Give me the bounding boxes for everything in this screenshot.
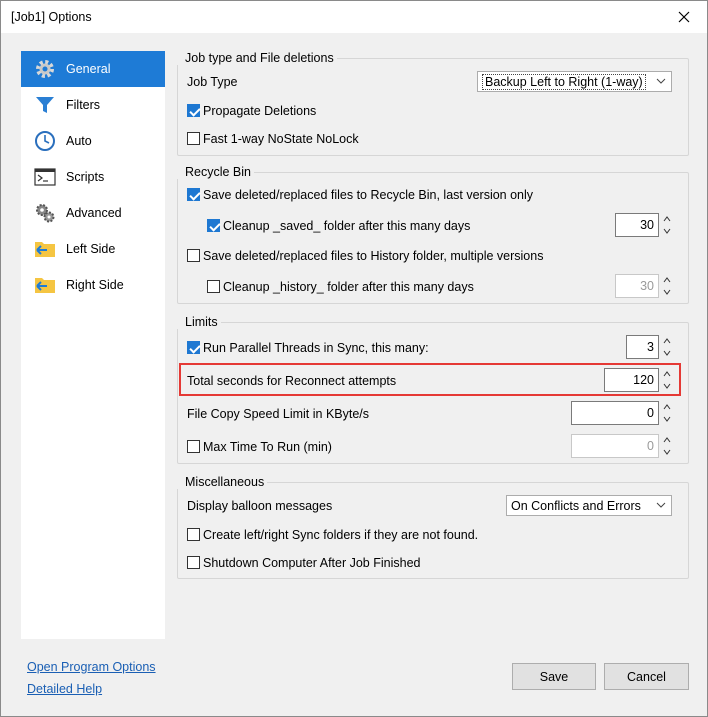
job-type-select-value: Backup Left to Right (1-way): [482, 73, 646, 90]
copy-speed-spinner[interactable]: [662, 401, 672, 425]
reconnect-seconds-input[interactable]: 120: [604, 368, 659, 392]
sidebar-item-left-side[interactable]: Left Side: [21, 231, 165, 267]
close-icon: [678, 11, 690, 23]
shutdown-checkbox[interactable]: [187, 556, 200, 569]
chevron-up-icon: [663, 338, 671, 344]
create-folders-checkbox[interactable]: [187, 528, 200, 541]
chevron-down-icon: [656, 502, 666, 508]
sidebar-item-label: Advanced: [66, 206, 122, 220]
chevron-up-icon: [663, 437, 671, 443]
save-recycle-checkbox[interactable]: [187, 188, 200, 201]
chevron-up-icon: [663, 277, 671, 283]
shutdown-label: Shutdown Computer After Job Finished: [203, 556, 421, 570]
close-button[interactable]: [661, 1, 707, 33]
save-recycle-label: Save deleted/replaced files to Recycle B…: [203, 188, 534, 202]
gear-icon: [34, 58, 56, 80]
chevron-down-icon: [663, 350, 671, 356]
window-title: [Job1] Options: [11, 10, 92, 24]
reconnect-spinner[interactable]: [662, 368, 672, 392]
sidebar-item-scripts[interactable]: Scripts: [21, 159, 165, 195]
save-history-checkbox[interactable]: [187, 249, 200, 262]
max-time-label: Max Time To Run (min): [203, 440, 332, 454]
chevron-down-icon: [663, 228, 671, 234]
gears-icon: [34, 202, 56, 224]
chevron-up-icon: [663, 404, 671, 410]
reconnect-label: Total seconds for Reconnect attempts: [187, 374, 397, 388]
max-time-checkbox[interactable]: [187, 440, 200, 453]
sidebar-item-label: Scripts: [66, 170, 105, 184]
sidebar-item-general[interactable]: General: [21, 51, 165, 87]
max-time-spinner[interactable]: [662, 434, 672, 458]
cleanup-history-days-input[interactable]: 30: [615, 274, 659, 298]
save-history-label: Save deleted/replaced files to History f…: [203, 249, 544, 263]
save-button[interactable]: Save: [512, 663, 596, 690]
propagate-deletions-checkbox[interactable]: [187, 104, 200, 117]
fast-one-way-label: Fast 1-way NoState NoLock: [203, 132, 359, 146]
sidebar-item-filters[interactable]: Filters: [21, 87, 165, 123]
balloon-messages-select[interactable]: On Conflicts and Errors: [506, 495, 672, 516]
max-time-input[interactable]: 0: [571, 434, 659, 458]
chevron-down-icon: [663, 416, 671, 422]
cleanup-history-label: Cleanup _history_ folder after this many…: [223, 280, 474, 294]
copy-speed-input[interactable]: 0: [571, 401, 659, 425]
options-window: [Job1] Options General Filters Auto Scri…: [0, 0, 708, 717]
chevron-down-icon: [663, 383, 671, 389]
cleanup-history-spinner[interactable]: [662, 274, 672, 298]
balloon-messages-select-value: On Conflicts and Errors: [511, 498, 641, 513]
title-bar: [Job1] Options: [1, 1, 707, 33]
folder-right-icon: [34, 274, 56, 296]
filter-icon: [34, 94, 56, 116]
chevron-down-icon: [663, 449, 671, 455]
cleanup-saved-spinner[interactable]: [662, 213, 672, 237]
cancel-button[interactable]: Cancel: [604, 663, 689, 690]
chevron-up-icon: [663, 216, 671, 222]
chevron-up-icon: [663, 371, 671, 377]
folder-left-icon: [34, 238, 56, 260]
chevron-down-icon: [656, 78, 666, 84]
propagate-deletions-label: Propagate Deletions: [203, 104, 317, 118]
recycle-bin-group-title: Recycle Bin: [177, 165, 254, 179]
sidebar-item-right-side[interactable]: Right Side: [21, 267, 165, 303]
parallel-threads-spinner[interactable]: [662, 335, 672, 359]
sidebar-item-advanced[interactable]: Advanced: [21, 195, 165, 231]
limits-group-title: Limits: [177, 315, 221, 329]
cleanup-saved-checkbox[interactable]: [207, 219, 220, 232]
sidebar-item-label: Auto: [66, 134, 92, 148]
sidebar: General Filters Auto Scripts Advanced Le…: [21, 51, 165, 639]
cleanup-saved-label: Cleanup _saved_ folder after this many d…: [223, 219, 471, 233]
cleanup-history-checkbox[interactable]: [207, 280, 220, 293]
clock-icon: [34, 130, 56, 152]
parallel-threads-checkbox[interactable]: [187, 341, 200, 354]
fast-one-way-checkbox[interactable]: [187, 132, 200, 145]
job-type-select[interactable]: Backup Left to Right (1-way): [477, 71, 672, 92]
chevron-down-icon: [663, 289, 671, 295]
sidebar-item-label: Right Side: [66, 278, 124, 292]
sidebar-item-auto[interactable]: Auto: [21, 123, 165, 159]
job-type-label: Job Type: [187, 75, 238, 89]
cleanup-saved-days-input[interactable]: 30: [615, 213, 659, 237]
sidebar-item-label: Filters: [66, 98, 101, 112]
console-icon: [34, 166, 56, 188]
copy-speed-label: File Copy Speed Limit in KByte/s: [187, 407, 370, 421]
sidebar-item-label: General: [66, 62, 111, 76]
parallel-threads-input[interactable]: 3: [626, 335, 659, 359]
misc-group-title: Miscellaneous: [177, 475, 268, 489]
balloon-messages-label: Display balloon messages: [187, 499, 333, 513]
parallel-threads-label: Run Parallel Threads in Sync, this many:: [203, 341, 429, 355]
detailed-help-link[interactable]: Detailed Help: [27, 682, 102, 696]
sidebar-item-label: Left Side: [66, 242, 116, 256]
open-program-options-link[interactable]: Open Program Options: [27, 660, 156, 674]
create-folders-label: Create left/right Sync folders if they a…: [203, 528, 479, 542]
job-type-group-title: Job type and File deletions: [177, 51, 337, 65]
